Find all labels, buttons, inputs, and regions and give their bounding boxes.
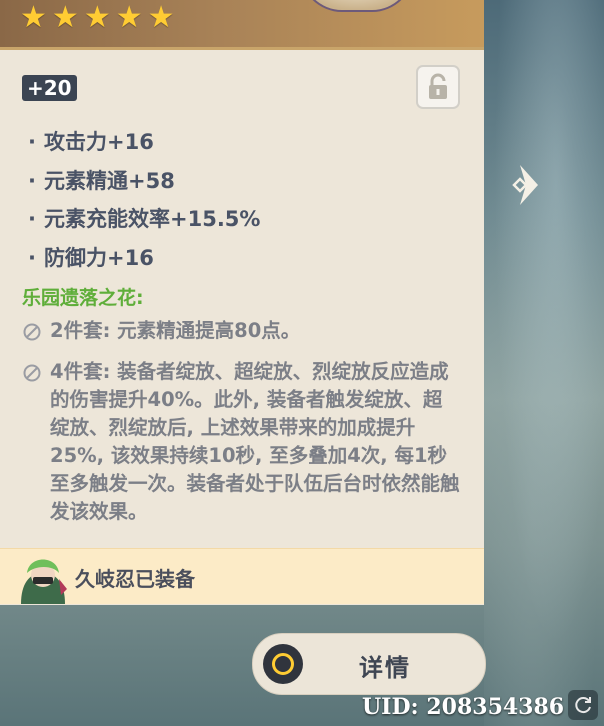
equipped-bar: 久岐忍已装备 [0,548,484,604]
artifact-detail-panel: ★ ★ ★ ★ ★ +20 · 攻击力+16 · 元素精通+58 · 元素充能效率+1… [0,0,484,605]
details-icon [263,644,303,684]
set-effect-4pc: 4件套: 装备者绽放、超绽放、烈绽放反应造成的伤害提升40%。此外, 装备者触发… [50,360,460,523]
artifact-image [300,0,414,12]
next-artifact-arrow-icon[interactable] [508,160,548,210]
details-label: 详情 [359,654,411,682]
star-icon: ★ [51,0,79,35]
star-icon: ★ [20,0,47,35]
character-avatar [15,549,71,604]
substat-4: · 防御力+16 [28,246,154,270]
artifact-header: ★ ★ ★ ★ ★ [0,0,484,50]
inactive-set-icon [23,364,41,382]
lock-button[interactable] [416,65,460,109]
star-icon: ★ [147,0,175,35]
level-badge: +20 [22,75,77,101]
substat-1: · 攻击力+16 [28,130,154,154]
refresh-icon[interactable] [568,690,598,720]
equipped-label: 久岐忍已装备 [75,567,195,591]
star-icon: ★ [83,0,111,35]
uid-label: UID: 208354386 [362,694,565,720]
inactive-set-icon [23,323,41,341]
substat-2: · 元素精通+58 [28,169,175,193]
set-effect-2pc: 2件套: 元素精通提高80点。 [50,319,301,342]
set-name: 乐园遗落之花: [22,287,144,309]
substat-3: · 元素充能效率+15.5% [28,207,261,231]
background-scenery [484,0,604,726]
details-button[interactable]: 详情 [252,633,486,695]
star-icon: ★ [115,0,143,35]
rarity-stars: ★ ★ ★ ★ ★ [20,3,175,33]
lock-open-icon [429,73,447,99]
